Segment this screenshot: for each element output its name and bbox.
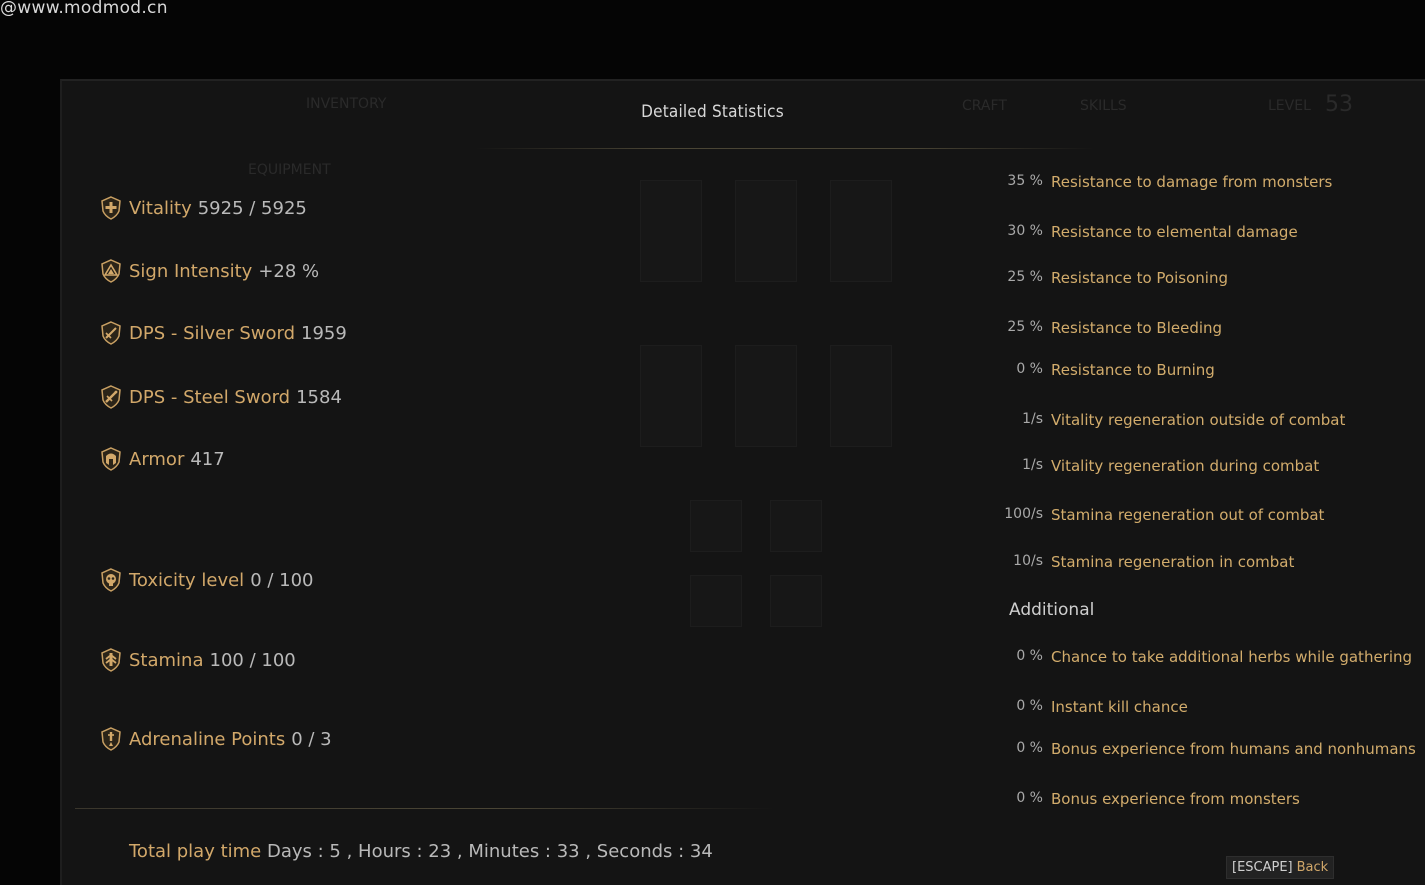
stat-number: 0 % bbox=[1016, 698, 1043, 714]
additional-section-title: Additional bbox=[1009, 600, 1095, 620]
stat-label: Resistance to Burning bbox=[1051, 361, 1215, 379]
stat-value: 100 / 100 bbox=[209, 649, 296, 671]
page-title: Detailed Statistics bbox=[641, 102, 784, 122]
ghost-slot bbox=[735, 345, 797, 447]
armor-icon bbox=[100, 447, 122, 471]
stat-label: Vitality regeneration outside of combat bbox=[1051, 411, 1346, 429]
vitality-regen-combat-row: 1/s Vitality regeneration during combat bbox=[1000, 457, 1319, 475]
stat-label: Stamina regeneration out of combat bbox=[1051, 506, 1325, 524]
bonus-exp-monsters-row: 0 % Bonus experience from monsters bbox=[1000, 790, 1300, 808]
ghost-slot bbox=[830, 180, 892, 282]
stat-value: +28 % bbox=[258, 260, 320, 282]
ghost-slot bbox=[640, 345, 702, 447]
stat-dps-steel: DPS - Steel Sword 1584 bbox=[100, 385, 342, 409]
resist-bleeding-row: 25 % Resistance to Bleeding bbox=[1000, 319, 1222, 337]
stat-toxicity: Toxicity level 0 / 100 bbox=[100, 568, 314, 592]
stat-number: 0 % bbox=[1016, 740, 1043, 756]
stat-label: Sign Intensity bbox=[129, 260, 253, 282]
stamina-regen-combat-row: 10/s Stamina regeneration in combat bbox=[1000, 553, 1294, 571]
stat-label: Adrenaline Points bbox=[129, 728, 286, 750]
escape-key-hint: [ESCAPE] bbox=[1232, 860, 1293, 875]
stat-number: 0 % bbox=[1016, 790, 1043, 806]
stat-number: 25 % bbox=[1007, 269, 1043, 285]
stat-armor: Armor 417 bbox=[100, 447, 225, 471]
stat-value: 5925 / 5925 bbox=[197, 197, 307, 219]
toxicity-icon bbox=[100, 568, 122, 592]
stat-label: Vitality bbox=[129, 197, 192, 219]
ghost-slot bbox=[830, 345, 892, 447]
stat-sign-intensity: Sign Intensity +28 % bbox=[100, 259, 319, 283]
stat-number: 10/s bbox=[1013, 553, 1043, 569]
ghost-equipment: EQUIPMENT bbox=[248, 162, 331, 178]
stat-adrenaline: Adrenaline Points 0 / 3 bbox=[100, 727, 332, 751]
footer-divider bbox=[75, 808, 775, 809]
adrenaline-icon bbox=[100, 727, 122, 751]
ghost-slot bbox=[640, 180, 702, 282]
stat-label: Stamina bbox=[129, 649, 204, 671]
stat-label: Armor bbox=[129, 448, 185, 470]
stat-value: 1959 bbox=[301, 322, 347, 344]
stat-label: DPS - Steel Sword bbox=[129, 386, 291, 408]
stamina-icon bbox=[100, 648, 122, 672]
steel-sword-icon bbox=[100, 385, 122, 409]
stat-label: Resistance to elemental damage bbox=[1051, 223, 1298, 241]
playtime-value: Days : 5 , Hours : 23 , Minutes : 33 , S… bbox=[267, 841, 713, 862]
stat-number: 35 % bbox=[1007, 173, 1043, 189]
stat-label: Resistance to Poisoning bbox=[1051, 269, 1228, 287]
resist-burning-row: 0 % Resistance to Burning bbox=[1000, 361, 1215, 379]
watermark: @www.modmod.cn bbox=[0, 0, 168, 18]
ghost-slot bbox=[690, 500, 742, 552]
additional-herbs-row: 0 % Chance to take additional herbs whil… bbox=[1000, 648, 1412, 666]
instant-kill-row: 0 % Instant kill chance bbox=[1000, 698, 1188, 716]
stat-label: Toxicity level bbox=[129, 569, 245, 591]
resist-elemental-row: 30 % Resistance to elemental damage bbox=[1000, 223, 1298, 241]
ghost-slot bbox=[770, 500, 822, 552]
total-playtime: Total play time Days : 5 , Hours : 23 , … bbox=[129, 841, 713, 862]
silver-sword-icon bbox=[100, 321, 122, 345]
playtime-label: Total play time bbox=[129, 841, 262, 862]
stat-value: 0 / 100 bbox=[250, 569, 314, 591]
stat-value: 417 bbox=[190, 448, 225, 470]
stat-label: Bonus experience from humans and nonhuma… bbox=[1051, 740, 1416, 758]
back-label: Back bbox=[1296, 860, 1329, 875]
back-button[interactable]: [ESCAPE] Back bbox=[1226, 856, 1335, 879]
stat-number: 0 % bbox=[1016, 361, 1043, 377]
stat-number: 1/s bbox=[1022, 411, 1043, 427]
stamina-regen-outside-row: 100/s Stamina regeneration out of combat bbox=[1000, 506, 1324, 524]
stat-number: 30 % bbox=[1007, 223, 1043, 239]
stat-value: 0 / 3 bbox=[291, 728, 332, 750]
stat-label: Instant kill chance bbox=[1051, 698, 1188, 716]
bonus-exp-humans-row: 0 % Bonus experience from humans and non… bbox=[1000, 740, 1416, 758]
stat-number: 0 % bbox=[1016, 648, 1043, 664]
resist-monsters-row: 35 % Resistance to damage from monsters bbox=[1000, 173, 1332, 191]
ghost-slot bbox=[690, 575, 742, 627]
stat-label: Resistance to damage from monsters bbox=[1051, 173, 1333, 191]
stat-stamina: Stamina 100 / 100 bbox=[100, 648, 296, 672]
stat-number: 25 % bbox=[1007, 319, 1043, 335]
stat-label: Resistance to Bleeding bbox=[1051, 319, 1223, 337]
ghost-slot bbox=[735, 180, 797, 282]
stat-dps-silver: DPS - Silver Sword 1959 bbox=[100, 321, 347, 345]
stat-label: Stamina regeneration in combat bbox=[1051, 553, 1295, 571]
stat-label: DPS - Silver Sword bbox=[129, 322, 296, 344]
stat-label: Bonus experience from monsters bbox=[1051, 790, 1300, 808]
stat-label: Vitality regeneration during combat bbox=[1051, 457, 1320, 475]
stat-number: 100/s bbox=[1004, 506, 1043, 522]
stat-label: Chance to take additional herbs while ga… bbox=[1051, 648, 1413, 666]
vitality-regen-outside-row: 1/s Vitality regeneration outside of com… bbox=[1000, 411, 1345, 429]
sign-icon bbox=[100, 259, 122, 283]
resist-poison-row: 25 % Resistance to Poisoning bbox=[1000, 269, 1228, 287]
ghost-slot bbox=[770, 575, 822, 627]
stat-vitality: Vitality 5925 / 5925 bbox=[100, 196, 307, 220]
header-divider bbox=[475, 148, 1095, 149]
stat-number: 1/s bbox=[1022, 457, 1043, 473]
vitality-icon bbox=[100, 196, 122, 220]
stat-value: 1584 bbox=[296, 386, 342, 408]
